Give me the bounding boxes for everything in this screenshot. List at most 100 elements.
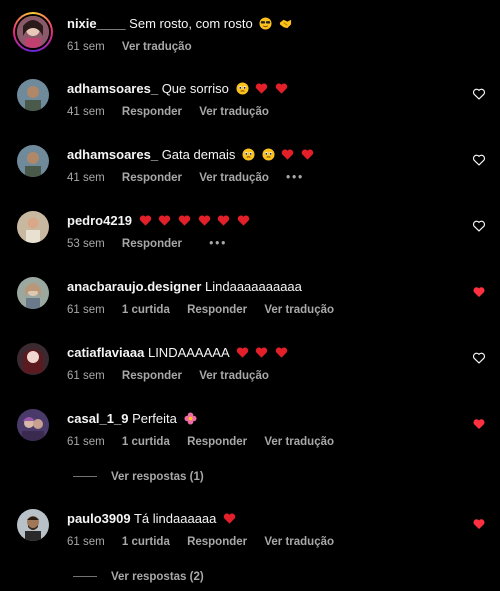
comment-meta: 41 sem Responder Ver tradução [67, 106, 283, 118]
reply-button[interactable]: Responder [187, 536, 247, 548]
comment-text: LINDAAAAAA [147, 345, 229, 360]
username-link[interactable]: casal_1_9 [67, 411, 128, 426]
reply-button[interactable]: Responder [122, 106, 182, 118]
comment-line: casal_1_9 Perfeita [67, 411, 197, 427]
timestamp: 61 sem [67, 41, 105, 53]
divider [73, 576, 97, 578]
reply-button[interactable]: Responder [187, 436, 247, 448]
pleading-face-emoji [262, 148, 275, 161]
comment-text: Sem rosto, com rosto [129, 16, 253, 31]
red-heart-emoji [275, 83, 287, 94]
flower-emoji [183, 412, 197, 425]
like-heart-icon[interactable] [472, 219, 486, 233]
username-link[interactable]: adhamsoares_ [67, 81, 158, 96]
timestamp: 53 sem [67, 238, 105, 250]
see-translation-button[interactable]: Ver tradução [264, 536, 334, 548]
comment-line: anacbaraujo.designer Lindaaaaaaaaaa [67, 279, 302, 295]
timestamp: 61 sem [67, 304, 105, 316]
liked-heart-icon[interactable] [472, 417, 486, 431]
red-heart-emoji [159, 215, 171, 226]
comment-meta: 61 sem 1 curtida Responder Ver tradução [67, 536, 348, 548]
red-heart-emoji [237, 215, 250, 226]
pleading-face-emoji [242, 148, 255, 161]
red-heart-emoji [301, 149, 314, 160]
timestamp: 41 sem [67, 172, 105, 184]
view-replies-button[interactable]: Ver respostas (2) [73, 571, 204, 583]
timestamp: 61 sem [67, 370, 105, 382]
avatar[interactable] [17, 211, 49, 243]
reply-button[interactable]: Responder [122, 238, 182, 250]
reply-button[interactable]: Responder [187, 304, 247, 316]
timestamp: 61 sem [67, 436, 105, 448]
username-link[interactable]: nixie____ [67, 16, 126, 31]
comment-line: paulo3909 Tá lindaaaaaa [67, 511, 236, 527]
see-translation-button[interactable]: Ver tradução [122, 41, 192, 53]
likes-count-button[interactable]: 1 curtida [122, 536, 170, 548]
comment-text: Que sorriso [161, 81, 229, 96]
see-translation-button[interactable]: Ver tradução [264, 436, 334, 448]
view-replies-label: Ver respostas (1) [111, 471, 204, 483]
see-translation-button[interactable]: Ver tradução [199, 370, 269, 382]
comment-meta: 61 sem Ver tradução [67, 41, 206, 53]
timestamp: 41 sem [67, 106, 105, 118]
avatar[interactable] [17, 79, 49, 111]
comment-meta: 61 sem 1 curtida Responder Ver tradução [67, 436, 348, 448]
avatar[interactable] [17, 343, 49, 375]
likes-count-button[interactable]: 1 curtida [122, 304, 170, 316]
comment-line: catiaflaviaaa LINDAAAAAA [67, 345, 288, 361]
avatar-story-ring[interactable] [13, 12, 53, 52]
reply-button[interactable]: Responder [122, 172, 182, 184]
divider [73, 476, 97, 478]
red-heart-emoji [282, 149, 294, 160]
view-replies-button[interactable]: Ver respostas (1) [73, 471, 204, 483]
like-heart-icon[interactable] [472, 351, 486, 365]
comment-meta: 61 sem Responder Ver tradução [67, 370, 283, 382]
username-link[interactable]: anacbaraujo.designer [67, 279, 201, 294]
see-translation-button[interactable]: Ver tradução [199, 172, 269, 184]
red-heart-emoji [198, 215, 210, 226]
view-replies-label: Ver respostas (2) [111, 571, 204, 583]
avatar[interactable] [17, 145, 49, 177]
avatar[interactable] [17, 509, 49, 541]
comment-line: adhamsoares_ Que sorriso [67, 81, 288, 97]
comment-text: Tá lindaaaaaa [133, 511, 217, 526]
see-translation-button[interactable]: Ver tradução [199, 106, 269, 118]
comment-text: Lindaaaaaaaaaa [205, 279, 302, 294]
comment-meta: 61 sem 1 curtida Responder Ver tradução [67, 304, 348, 316]
more-options-button[interactable]: ••• [286, 172, 304, 184]
red-heart-emoji [217, 215, 230, 226]
comment-line: pedro4219 [67, 213, 250, 229]
red-heart-emoji [139, 215, 151, 226]
see-translation-button[interactable]: Ver tradução [264, 304, 334, 316]
likes-count-button[interactable]: 1 curtida [122, 436, 170, 448]
comment-line: nixie____ Sem rosto, com rosto [67, 16, 292, 32]
red-heart-emoji [223, 513, 236, 524]
handshake-emoji [279, 19, 292, 29]
red-heart-emoji [255, 83, 268, 94]
comment-text: Perfeita [132, 411, 177, 426]
avatar[interactable] [17, 409, 49, 441]
liked-heart-icon[interactable] [472, 285, 486, 299]
username-link[interactable]: pedro4219 [67, 213, 132, 228]
comment-meta: 41 sem Responder Ver tradução ••• [67, 172, 318, 184]
sunglasses-face-emoji [259, 17, 272, 30]
red-heart-emoji [255, 347, 268, 358]
liked-heart-icon[interactable] [472, 517, 486, 531]
reply-button[interactable]: Responder [122, 370, 182, 382]
username-link[interactable]: catiaflaviaaa [67, 345, 144, 360]
like-heart-icon[interactable] [472, 87, 486, 101]
red-heart-emoji [275, 347, 287, 358]
username-link[interactable]: paulo3909 [67, 511, 131, 526]
more-options-button[interactable]: ••• [209, 238, 227, 250]
avatar[interactable] [17, 277, 49, 309]
red-heart-emoji [236, 347, 248, 358]
pleading-face-emoji [235, 82, 249, 95]
comment-line: adhamsoares_ Gata demais [67, 147, 314, 163]
comment-meta: 53 sem Responder ••• [67, 238, 241, 250]
comment-text: Gata demais [161, 147, 236, 162]
like-heart-icon[interactable] [472, 153, 486, 167]
red-heart-emoji [178, 215, 191, 226]
timestamp: 61 sem [67, 536, 105, 548]
username-link[interactable]: adhamsoares_ [67, 147, 158, 162]
avatar [17, 16, 49, 48]
